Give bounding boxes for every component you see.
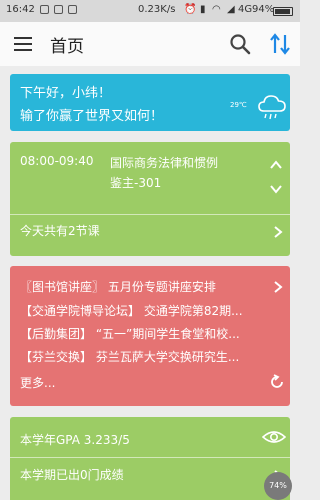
news-item[interactable]: 【芬兰交换】 芬兰瓦萨大学交换研究生... (20, 348, 260, 365)
greeting-text: 下午好，小纬！ (20, 86, 112, 101)
chevron-up-icon[interactable] (269, 158, 283, 172)
divider (10, 457, 290, 458)
sort-icon[interactable] (268, 31, 292, 57)
news-card: 〖图书馆讲座〗 五月份专题讲座安排 【交通学院博导论坛】 交通学院第82期...… (10, 266, 290, 406)
gpa-card: 本学年GPA 3.233/5 本学期已出0门成绩 (10, 417, 290, 500)
wifi-icon: ◠ (212, 4, 221, 15)
cloud-rain-icon (258, 95, 286, 120)
battery-icon (273, 7, 293, 16)
news-item[interactable]: 【交通学院博导论坛】 交通学院第82期... (20, 302, 260, 319)
chevron-right-icon[interactable] (271, 225, 285, 239)
app-bar: 首页 (0, 22, 300, 66)
course-summary[interactable]: 今天共有2节课 (20, 222, 100, 239)
status-bar: 16:42 0.23K/s ⏰ ▮ ◠ ◢ 4G 94% (0, 0, 300, 22)
chevron-right-icon[interactable] (271, 280, 285, 294)
course-room: 鉴主-301 (110, 176, 162, 190)
refresh-icon[interactable] (269, 374, 285, 390)
course-card: 08:00-09:40 国际商务法律和惯例 鉴主-301 今天共有2节课 (10, 142, 290, 256)
eye-icon[interactable] (262, 429, 286, 445)
alarm-icon: ⏰ (184, 4, 197, 15)
network-type: 4G (238, 4, 253, 15)
notification-icon (40, 5, 49, 14)
daily-quote: 输了你赢了世界又如何！ (20, 109, 164, 124)
chevron-down-icon[interactable] (269, 182, 283, 196)
grades-summary[interactable]: 本学期已出0门成绩 (20, 466, 124, 483)
page-title: 首页 (50, 37, 84, 57)
course-name: 国际商务法律和惯例 (110, 156, 219, 170)
status-time: 16:42 (6, 4, 35, 15)
net-speed: 0.23K/s (138, 4, 176, 15)
news-item[interactable]: 【后勤集团】 “五一”期间学生食堂和校... (20, 325, 260, 342)
signal-icon: ◢ (227, 4, 235, 15)
floating-ball-value: 74 (269, 481, 280, 490)
divider (10, 214, 290, 215)
menu-icon[interactable] (14, 37, 32, 51)
course-time: 08:00-09:40 (20, 154, 94, 168)
temperature: 29℃ (230, 101, 247, 109)
battery-level: 94% (252, 4, 275, 15)
notification-icon (68, 5, 77, 14)
floating-ball[interactable]: 74% (264, 472, 292, 500)
gpa-label: 本学年GPA 3.233/5 (20, 433, 130, 447)
more-link[interactable]: 更多... (20, 374, 55, 391)
search-icon[interactable] (228, 32, 252, 56)
vibrate-icon: ▮ (200, 4, 206, 15)
weather-card[interactable]: 下午好，小纬！ 输了你赢了世界又如何！ 29℃ (10, 74, 290, 131)
notification-icon (54, 5, 63, 14)
news-item[interactable]: 〖图书馆讲座〗 五月份专题讲座安排 (20, 278, 260, 295)
